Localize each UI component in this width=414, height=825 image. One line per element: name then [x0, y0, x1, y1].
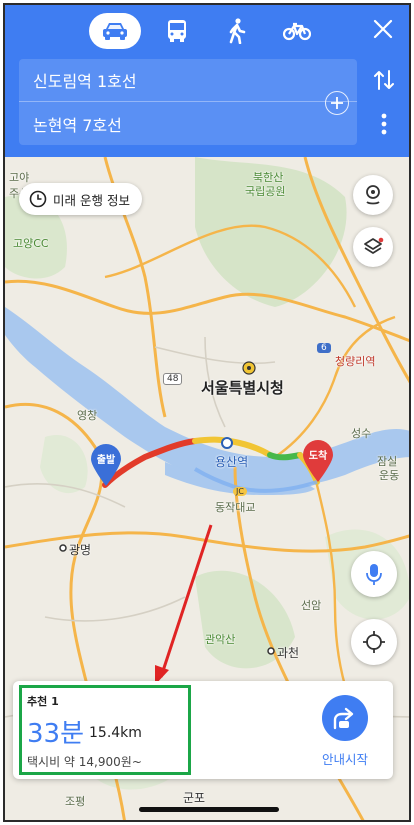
origin-field[interactable]: 신도림역 1호선	[19, 59, 357, 102]
map-label-undong: 운동	[379, 469, 400, 482]
route-48-shield: 48	[163, 373, 183, 385]
map-layers-button[interactable]	[353, 227, 393, 267]
bicycle-icon	[283, 22, 311, 41]
map-label-national-park: 국립공원	[245, 185, 286, 198]
map-label-goyang-cc: 고양CC	[13, 237, 49, 250]
map-label-seonam: 선암	[301, 599, 322, 612]
map-label-goa: 고야	[9, 171, 30, 184]
route-6-shield: 6	[317, 343, 331, 353]
add-waypoint-button[interactable]	[325, 91, 349, 115]
destination-text: 논현역 7호선	[33, 115, 122, 135]
swap-icon	[374, 70, 394, 90]
route-inputs: 신도림역 1호선 논현역 7호선	[19, 59, 357, 145]
start-navigation-circle	[322, 695, 368, 741]
close-button[interactable]	[369, 15, 397, 43]
car-mode-tab[interactable]	[89, 13, 141, 49]
future-traffic-label: 미래 운행 정보	[53, 192, 130, 208]
map-label-yongsan: 용산역	[215, 455, 249, 469]
future-traffic-button[interactable]: 미래 운행 정보	[19, 183, 142, 215]
start-pin[interactable]: 출발	[89, 443, 123, 487]
microphone-icon	[366, 564, 382, 585]
end-pin[interactable]: 도착	[301, 439, 335, 483]
clock-icon	[29, 190, 47, 208]
navigation-icon	[333, 707, 354, 730]
map-label-gwacheon: 과천	[277, 646, 300, 660]
map-label-dongjak: 동작대교	[215, 501, 256, 514]
map-label-gwaksan: 관악산	[205, 633, 236, 646]
walk-icon	[229, 18, 246, 44]
map-label-yeongdeungpo: 영창	[77, 409, 98, 422]
map-label-gwangmyeong: 광명	[69, 543, 92, 557]
close-icon	[373, 19, 393, 39]
transport-mode-tabs	[89, 13, 321, 49]
voice-search-button[interactable]	[351, 551, 397, 597]
recommend-label: 추천 1	[27, 695, 59, 708]
map-label-jopyeong: 조평	[65, 795, 86, 808]
route-header: 신도림역 1호선 논현역 7호선	[5, 5, 409, 157]
travel-distance: 15.4km	[89, 725, 142, 741]
street-view-button[interactable]	[353, 175, 393, 215]
destination-field[interactable]: 논현역 7호선	[19, 102, 357, 145]
layers-icon	[364, 237, 384, 254]
start-navigation-label: 안내시작	[321, 752, 368, 767]
travel-time: 33분	[27, 719, 85, 749]
more-options-button[interactable]	[374, 111, 394, 137]
map-label-gunpo: 군포	[183, 791, 206, 805]
transit-mode-tab[interactable]	[153, 13, 201, 49]
junction-shield: JC	[233, 487, 247, 496]
walk-mode-tab[interactable]	[213, 13, 261, 49]
car-icon	[103, 23, 127, 40]
taxi-fare: 택시비 약 14,900원~	[27, 755, 142, 769]
home-indicator	[139, 807, 279, 812]
map-label-seoul-city-hall: 서울특별시청	[201, 379, 284, 397]
bus-icon	[168, 20, 186, 42]
crosshair-icon	[363, 631, 385, 653]
app-frame: 신도림역 1호선 논현역 7호선 북한산 국립공원 고양CC 고야 서울특별시청…	[3, 3, 411, 822]
more-vertical-icon	[381, 113, 387, 135]
bike-mode-tab[interactable]	[273, 13, 321, 49]
map-label-seongsu: 성수	[351, 427, 372, 440]
end-pin-label: 도착	[308, 451, 328, 462]
street-view-icon	[366, 185, 380, 205]
plus-icon	[331, 97, 343, 109]
start-pin-label: 출발	[96, 455, 116, 466]
route-summary-card[interactable]: 추천 1 33분 15.4km 택시비 약 14,900원~ 안내시작	[13, 681, 393, 779]
origin-text: 신도림역 1호선	[33, 72, 137, 91]
swap-route-button[interactable]	[371, 67, 397, 93]
my-location-button[interactable]	[351, 619, 397, 665]
map-label-cheongnyangni: 청량리역	[335, 355, 376, 368]
start-navigation-button[interactable]: 안내시작	[315, 695, 375, 768]
